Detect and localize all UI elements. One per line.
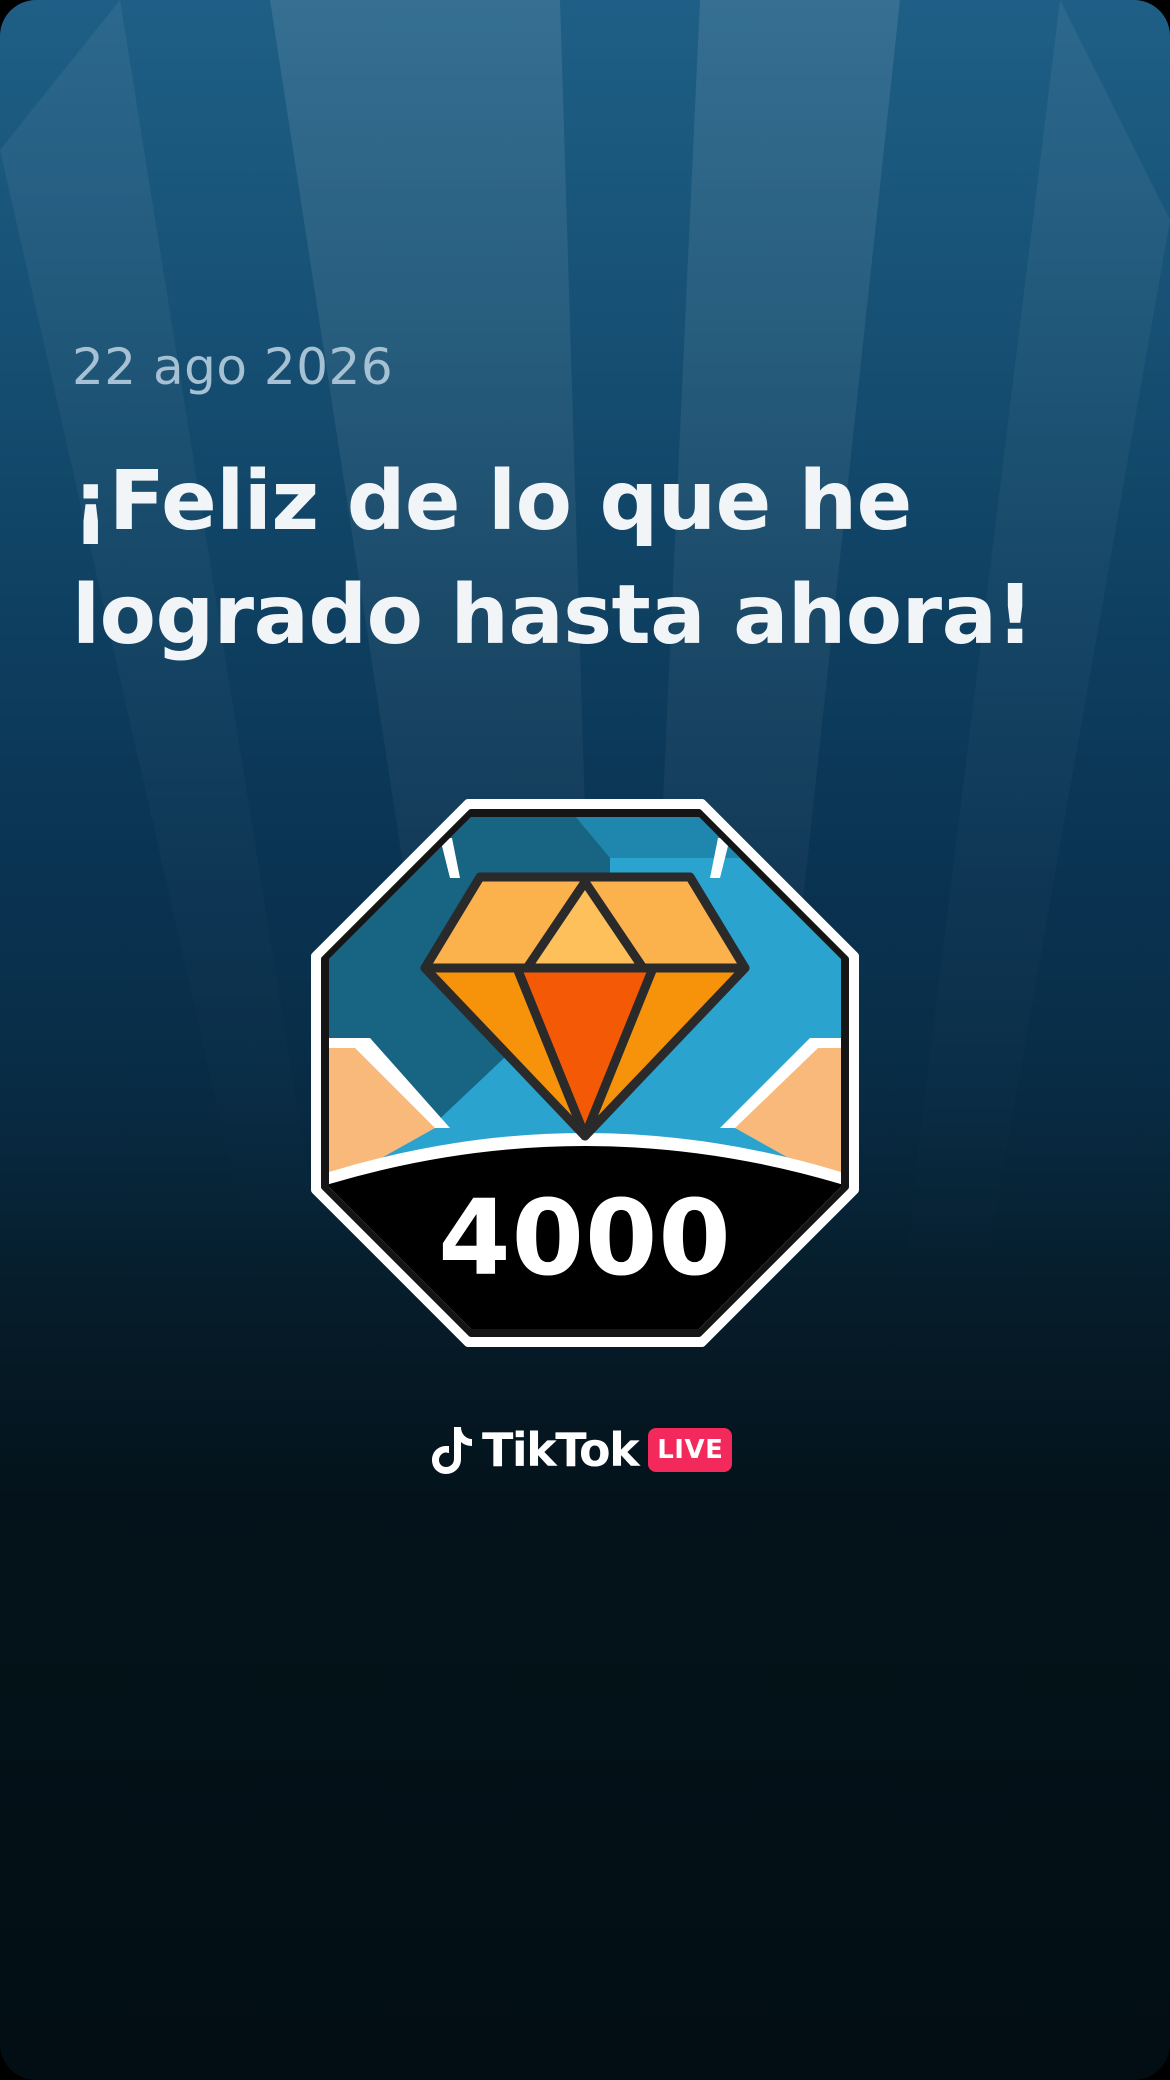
headline-line-2: logrado hasta ahora! [72, 568, 1034, 663]
milestone-card: 22 ago 2026 ¡Feliz de lo que he logrado … [0, 0, 1170, 2080]
brand-name: TikTok [482, 1423, 640, 1477]
headline-line-1: ¡Feliz de lo que he [72, 454, 912, 549]
headline: ¡Feliz de lo que he logrado hasta ahora! [72, 445, 1112, 673]
tiktok-logo-icon [432, 1427, 472, 1474]
date-label: 22 ago 2026 [72, 338, 394, 396]
tiktok-live-logo: TikTok LIVE [430, 1422, 733, 1478]
milestone-value: 4000 [438, 1177, 732, 1299]
live-tag: LIVE [648, 1428, 733, 1472]
